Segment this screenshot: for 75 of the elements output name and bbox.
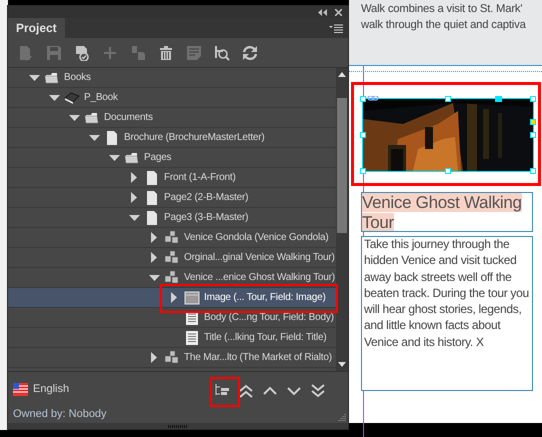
expanded-arrow-icon[interactable] <box>148 274 160 280</box>
tree-row[interactable]: Documents <box>8 108 336 128</box>
panel-tab[interactable]: Project <box>8 18 65 38</box>
scroll-up-icon[interactable] <box>338 72 346 77</box>
blocks-icon <box>164 350 180 366</box>
heading-text: Venice Ghost Walking Tour <box>362 193 523 231</box>
scrollbar[interactable] <box>336 68 348 371</box>
expanded-arrow-icon[interactable] <box>108 154 120 160</box>
page-icon <box>104 130 120 146</box>
scroll-down-icon[interactable] <box>338 362 346 367</box>
menu-icon[interactable] <box>329 24 343 32</box>
expanded-arrow-icon[interactable] <box>28 74 40 80</box>
expanded-arrow-icon[interactable] <box>68 114 80 120</box>
tree-item-label: Page2 (2-B-Master) <box>164 191 248 205</box>
collapsed-arrow-icon[interactable] <box>151 252 157 263</box>
tree-row[interactable]: Pages <box>8 148 336 168</box>
tree-item-label: The Mar...lto (The Market of Rialto) <box>184 351 332 365</box>
refresh-icon[interactable] <box>242 44 258 60</box>
tree-item-label: Front (1-A-Front) <box>164 171 236 185</box>
tree-row[interactable]: The Mar...lto (The Market of Rialto) <box>8 348 336 368</box>
inspect-icon[interactable] <box>214 44 230 60</box>
body-paragraph: Take this journey through the hidden Venice and visit tucked away back streets well off the beaten track. During the tour you will hear ghost stories, legends, and little known facts about Venice and its history. X <box>363 236 530 350</box>
flag-icon <box>13 382 28 396</box>
tree-item-label: Venice Gondola (Venice Gondola) <box>184 231 328 245</box>
page-icon <box>144 170 160 186</box>
collapsed-arrow-icon[interactable] <box>151 352 157 363</box>
tree-item-label: Page3 (3-B-Master) <box>164 211 248 225</box>
book-icon <box>64 90 80 106</box>
tree-item-label: Books <box>64 71 91 85</box>
collapsed-arrow-icon[interactable] <box>151 232 157 243</box>
tree-row[interactable]: Title (...lking Tour, Field: Title) <box>8 328 336 348</box>
blocks-icon <box>164 270 180 286</box>
blocks-icon <box>164 230 180 246</box>
collapse-icon[interactable] <box>318 8 327 16</box>
scroll-thumb[interactable] <box>337 98 347 233</box>
tree-row[interactable]: Page2 (2-B-Master) <box>8 188 336 208</box>
tree-item-label: Orginal...ginal Venice Walking Tour) <box>184 251 335 265</box>
panel-gripper[interactable] <box>8 423 348 429</box>
tree-row[interactable]: Page3 (3-B-Master) <box>8 208 336 228</box>
page-icon <box>144 190 160 206</box>
image-frame-icon <box>184 290 200 306</box>
tree-row[interactable]: Body (C...ng Tour, Field: Body) <box>8 308 336 328</box>
text-frame-icon <box>184 330 200 346</box>
tree-row[interactable]: Image (... Tour, Field: Image) <box>8 288 336 308</box>
expanded-arrow-icon[interactable] <box>48 94 60 100</box>
collapsed-arrow-icon[interactable] <box>131 192 137 203</box>
tree-row[interactable]: Front (1-A-Front) <box>8 168 336 188</box>
collapsed-arrow-icon[interactable] <box>131 172 137 183</box>
page-icon <box>144 210 160 226</box>
tree-row[interactable]: P_Book <box>8 88 336 108</box>
delete-icon[interactable] <box>158 44 174 60</box>
collapsed-arrow-icon[interactable] <box>171 292 177 303</box>
close-icon[interactable] <box>335 8 342 16</box>
tree-row[interactable]: Orginal...ginal Venice Walking Tour) <box>8 248 336 268</box>
double-up-icon[interactable] <box>238 383 254 399</box>
expanded-arrow-icon[interactable] <box>88 134 100 140</box>
expanded-arrow-icon[interactable] <box>128 214 140 220</box>
tree-item-label: P_Book <box>84 91 118 105</box>
owner-label: Owned by: Nobody <box>13 407 107 422</box>
tree-item-label: Body (C...ng Tour, Field: Body) <box>204 311 334 325</box>
resize-grip-icon[interactable] <box>338 413 346 421</box>
tree-item-label: Pages <box>144 151 172 165</box>
tree-row[interactable]: Venice Gondola (Venice Gondola) <box>8 228 336 248</box>
blocks-icon <box>164 250 180 266</box>
tree-row[interactable]: Brochure (BrochureMasterLetter) <box>8 128 336 148</box>
tree-item-label: Image (... Tour, Field: Image) <box>204 291 326 305</box>
document-check-icon[interactable] <box>74 44 90 60</box>
annotation-box <box>210 377 240 407</box>
tree-item-label: Title (...lking Tour, Field: Title) <box>204 331 326 345</box>
tree-item-label: Venice ...enice Ghost Walking Tour) <box>184 271 335 285</box>
language-label: English <box>33 382 70 397</box>
tree-row[interactable]: Books <box>8 68 336 88</box>
double-down-icon[interactable] <box>310 383 326 399</box>
tree-item-label: Brochure (BrochureMasterLetter) <box>124 131 265 145</box>
tree-item-label: Documents <box>104 111 153 125</box>
